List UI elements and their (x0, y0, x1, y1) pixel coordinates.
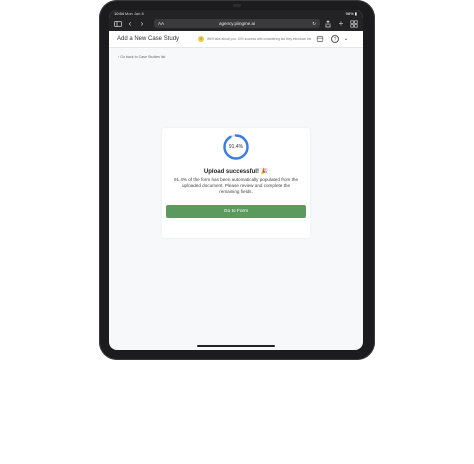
help-icon[interactable]: ? (331, 35, 339, 43)
status-bar: 10:54 Mon Jan 8 98% ▮ (109, 10, 363, 17)
camera (233, 4, 241, 7)
upload-title: Upload successful! 🎉 (203, 169, 269, 175)
browser-toolbar: ‹ › AA agency.piingme.ai ↻ + (109, 17, 363, 31)
page-title: Add a New Case Study (117, 36, 180, 42)
warning-icon: ! (198, 36, 204, 42)
new-tab-icon[interactable]: + (336, 19, 346, 29)
forward-nav-icon[interactable]: › (137, 19, 147, 29)
back-nav-icon[interactable]: ‹ (125, 19, 135, 29)
upload-success-card: 91.4% Upload successful! 🎉 91.4% of the … (162, 128, 310, 238)
tabs-overview-icon[interactable] (349, 19, 359, 29)
reload-icon[interactable]: ↻ (312, 19, 316, 28)
chevron-down-icon[interactable]: ⌄ (342, 35, 350, 43)
progress-percent: 91.4% (228, 144, 244, 150)
back-to-list-link[interactable]: ‹ Go back to Case Studies list (118, 55, 165, 59)
status-time: 10:54 (114, 11, 125, 16)
go-to-form-button[interactable]: Go to Form (166, 205, 306, 218)
notice-text: We'll take about you: 10% success with c… (207, 37, 311, 41)
grid-icon[interactable] (316, 35, 324, 43)
url-text: agency.piingme.ai (219, 21, 255, 26)
share-icon[interactable] (323, 19, 333, 29)
address-bar[interactable]: AA agency.piingme.ai ↻ (154, 19, 320, 28)
home-indicator (197, 345, 275, 347)
status-date: Mon Jan 8 (125, 11, 144, 16)
ipad-frame: 10:54 Mon Jan 8 98% ▮ ‹ › AA agency.piin… (99, 0, 375, 360)
screen: 10:54 Mon Jan 8 98% ▮ ‹ › AA agency.piin… (109, 10, 363, 350)
sidebar-toggle-icon[interactable] (113, 19, 123, 29)
upload-description: 91.4% of the form has been automatically… (173, 177, 299, 195)
app-header: Add a New Case Study ! We'll take about … (109, 31, 363, 48)
status-battery: 98% ▮ (345, 11, 357, 16)
